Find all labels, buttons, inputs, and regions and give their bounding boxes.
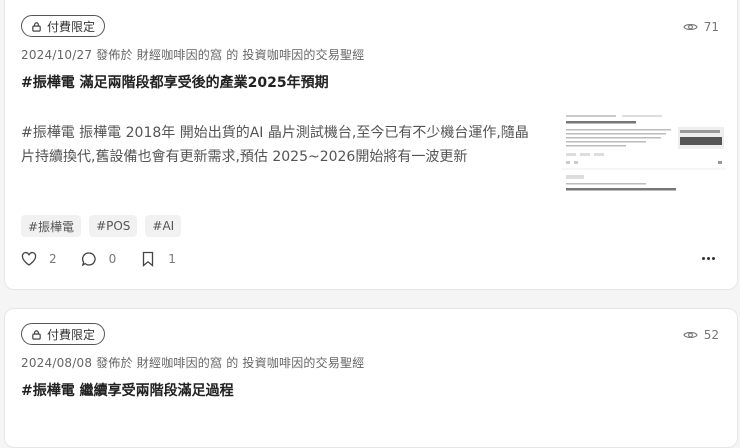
post-thumbnail[interactable]	[562, 113, 726, 201]
eye-icon	[683, 331, 698, 339]
tag-chip[interactable]: #AI	[145, 215, 182, 237]
like-count: 2	[49, 252, 57, 266]
comment-button[interactable]: 0	[81, 251, 117, 267]
lock-icon	[32, 329, 41, 340]
post-excerpt: #振樺電 振樺電 2018年 開始出貨的AI 晶片測試機台,至今已有不少機台運作…	[21, 125, 529, 165]
view-count-value: 52	[703, 328, 719, 342]
view-count-value: 71	[703, 20, 719, 34]
badge-label: 付費限定	[47, 19, 96, 34]
view-count: 71	[683, 20, 719, 34]
lock-icon	[32, 21, 41, 32]
badge-label: 付費限定	[47, 327, 96, 342]
eye-icon	[683, 23, 698, 31]
more-icon	[702, 257, 705, 260]
paid-only-badge: 付費限定	[21, 323, 106, 345]
bookmark-button[interactable]: 1	[140, 251, 176, 267]
post-title[interactable]: #振樺電 滿足兩階段都享受後的產業2025年預期	[21, 72, 329, 92]
heart-icon	[21, 251, 37, 266]
post-card[interactable]: 付費限定 52 2024/08/08 發佈於 財經咖啡因的窩 的 投資咖啡因的交…	[4, 308, 738, 448]
post-meta[interactable]: 2024/10/27 發佈於 財經咖啡因的窩 的 投資咖啡因的交易聖經	[21, 46, 364, 63]
paid-only-badge: 付費限定	[21, 15, 106, 37]
post-title[interactable]: #振樺電 繼續享受兩階段滿足過程	[21, 380, 234, 400]
comment-count: 0	[108, 252, 117, 266]
view-count: 52	[683, 328, 719, 342]
bookmark-icon	[143, 251, 154, 267]
post-actions: 2 0 1	[21, 251, 176, 267]
tag-list: #振樺電 #POS #AI	[21, 215, 182, 237]
like-button[interactable]: 2	[21, 251, 57, 267]
bookmark-count: 1	[168, 252, 176, 266]
post-card[interactable]: 付費限定 71 2024/10/27 發佈於 財經咖啡因的窩 的 投資咖啡因的交…	[4, 0, 738, 290]
tag-chip[interactable]: #POS	[89, 215, 138, 237]
post-meta[interactable]: 2024/08/08 發佈於 財經咖啡因的窩 的 投資咖啡因的交易聖經	[21, 354, 364, 371]
comment-icon	[81, 252, 96, 267]
tag-chip[interactable]: #振樺電	[21, 215, 82, 237]
more-options-button[interactable]	[702, 257, 715, 260]
